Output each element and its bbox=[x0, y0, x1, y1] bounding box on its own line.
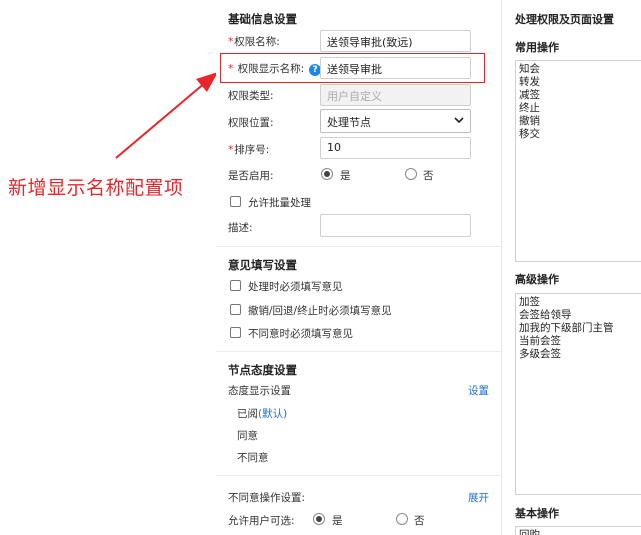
opinion-checkbox-1[interactable] bbox=[230, 280, 241, 291]
sort-input[interactable]: 10 bbox=[320, 137, 471, 159]
list-item[interactable]: 加签 bbox=[519, 296, 641, 309]
list-item[interactable]: 撤销 bbox=[519, 115, 641, 128]
allow-yes-radio[interactable] bbox=[313, 513, 325, 525]
attitude-set-link[interactable]: 设置 bbox=[468, 383, 489, 398]
attitude-section-title: 节点态度设置 bbox=[228, 363, 297, 377]
perm-position-value: 处理节点 bbox=[327, 116, 371, 129]
default-tag: (默认) bbox=[258, 408, 288, 420]
perm-name-input[interactable]: 送领导审批(致远) bbox=[320, 30, 471, 52]
basic-section-title: 基础信息设置 bbox=[228, 12, 297, 26]
enabled-yes-label: 是 bbox=[340, 170, 351, 182]
allow-yes-label: 是 bbox=[332, 515, 343, 527]
list-item[interactable]: 会签给领导 bbox=[519, 309, 641, 322]
list-item[interactable]: 加我的下级部门主管 bbox=[519, 322, 641, 335]
annotation-text: 新增显示名称配置项 bbox=[8, 177, 184, 199]
enabled-no-radio[interactable] bbox=[405, 168, 417, 180]
list-item[interactable]: 知会 bbox=[519, 63, 641, 76]
allow-no-radio[interactable] bbox=[396, 513, 408, 525]
opinion-checkbox-3[interactable] bbox=[230, 327, 241, 338]
allow-no-label: 否 bbox=[414, 515, 425, 527]
advanced-ops-title: 高级操作 bbox=[515, 273, 559, 286]
enabled-label: 是否启用: bbox=[228, 170, 274, 182]
list-item[interactable]: 移交 bbox=[519, 128, 641, 141]
disagree-op-label: 不同意操作设置: bbox=[228, 492, 306, 504]
basic-ops-list[interactable]: 回购 bbox=[515, 526, 641, 535]
enabled-no-label: 否 bbox=[423, 170, 434, 182]
desc-input[interactable] bbox=[320, 214, 471, 237]
list-item[interactable]: 回购 bbox=[519, 529, 641, 535]
enabled-yes-radio[interactable] bbox=[321, 168, 333, 180]
opinion-section-title: 意见填写设置 bbox=[228, 258, 297, 272]
opinion-label-2: 撤销/回退/终止时必须填写意见 bbox=[248, 305, 392, 317]
opinion-label-1: 处理时必须填写意见 bbox=[248, 281, 343, 293]
right-panel: 处理权限及页面设置 常用操作 知会 转发 减签 终止 撤销 移交 高级操作 加签… bbox=[503, 0, 641, 535]
batch-label: 允许批量处理 bbox=[248, 197, 311, 209]
attitude-item-disagree: 不同意 bbox=[237, 452, 269, 464]
common-ops-list[interactable]: 知会 转发 减签 终止 撤销 移交 bbox=[515, 60, 641, 262]
perm-position-label: 权限位置: bbox=[228, 117, 274, 129]
attitude-display-label: 态度显示设置 bbox=[228, 385, 291, 397]
desc-label: 描述: bbox=[228, 222, 253, 234]
perm-position-select[interactable]: 处理节点 bbox=[320, 109, 471, 133]
basic-ops-title: 基本操作 bbox=[515, 507, 559, 520]
allow-select-label: 允许用户可选: bbox=[228, 515, 295, 527]
perm-type-input: 用户自定义 bbox=[320, 84, 471, 106]
divider bbox=[216, 351, 502, 352]
divider bbox=[216, 246, 502, 247]
divider bbox=[216, 475, 502, 476]
sort-label: *排序号: bbox=[228, 144, 270, 156]
perm-type-label: 权限类型: bbox=[228, 90, 274, 102]
common-ops-title: 常用操作 bbox=[515, 41, 559, 54]
list-item[interactable]: 当前会签 bbox=[519, 335, 641, 348]
list-item[interactable]: 多级会签 bbox=[519, 348, 641, 361]
list-item[interactable]: 减签 bbox=[519, 89, 641, 102]
chevron-down-icon bbox=[454, 117, 464, 124]
highlight-box bbox=[220, 53, 485, 83]
attitude-item-agree: 同意 bbox=[237, 430, 258, 442]
attitude-item-read: 已阅(默认) bbox=[237, 408, 288, 420]
right-panel-title: 处理权限及页面设置 bbox=[515, 13, 614, 26]
list-item[interactable]: 转发 bbox=[519, 76, 641, 89]
opinion-label-3: 不同意时必须填写意见 bbox=[248, 328, 353, 340]
batch-checkbox[interactable] bbox=[230, 196, 241, 207]
perm-name-label: *权限名称: bbox=[228, 36, 280, 48]
advanced-ops-list[interactable]: 加签 会签给领导 加我的下级部门主管 当前会签 多级会签 bbox=[515, 293, 641, 495]
list-item[interactable]: 终止 bbox=[519, 102, 641, 115]
expand-link[interactable]: 展开 bbox=[468, 490, 489, 505]
opinion-checkbox-2[interactable] bbox=[230, 304, 241, 315]
